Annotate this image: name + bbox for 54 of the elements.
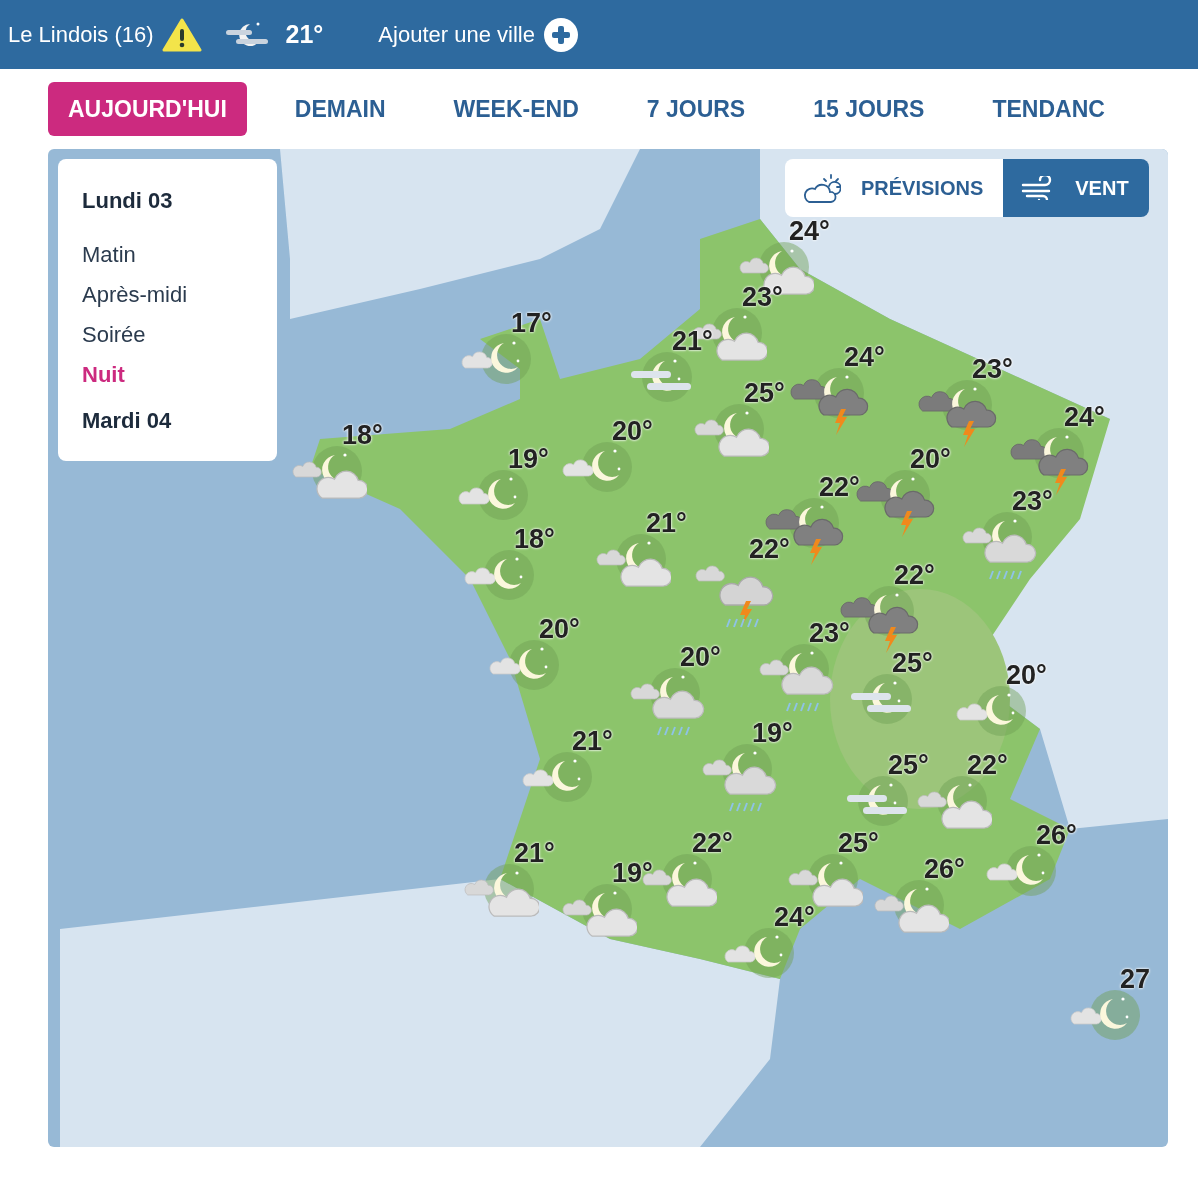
temperature-label: 21° xyxy=(572,725,613,757)
temperature-label: 24° xyxy=(774,901,815,933)
cloud-sun-icon xyxy=(803,172,841,204)
temperature-label: 21° xyxy=(514,837,555,869)
temperature-label: 24° xyxy=(844,341,885,373)
tab[interactable]: DEMAIN xyxy=(274,81,406,137)
day-link[interactable]: Mardi 04 xyxy=(82,401,253,441)
temperature-label: 18° xyxy=(342,419,383,451)
period-link[interactable]: Après-midi xyxy=(82,275,253,315)
temperature-label: 20° xyxy=(680,641,721,673)
temperature-label: 23° xyxy=(1012,485,1053,517)
tab[interactable]: WEEK-END xyxy=(433,81,599,137)
city-name[interactable]: Le Lindois (16) xyxy=(8,18,154,51)
temperature-label: 22° xyxy=(819,471,860,503)
temperature-label: 19° xyxy=(612,857,653,889)
temperature-label: 23° xyxy=(742,281,783,313)
temperature-label: 22° xyxy=(749,533,790,565)
storm-icon xyxy=(917,377,997,449)
temperature-label: 20° xyxy=(1006,659,1047,691)
period-link[interactable]: Matin xyxy=(82,235,253,275)
day-link[interactable]: Lundi 03 xyxy=(82,181,253,221)
storm-icon xyxy=(789,365,869,437)
temperature-label: 19° xyxy=(752,717,793,749)
wind-button[interactable]: VENT xyxy=(1003,159,1149,217)
forecast-button[interactable]: PRÉVISIONS xyxy=(785,159,1004,217)
warning-icon xyxy=(161,17,202,52)
temperature-label: 23° xyxy=(809,617,850,649)
temperature-label: 27 xyxy=(1120,963,1151,995)
temperature-label: 20° xyxy=(910,443,951,475)
temperature-label: 26° xyxy=(924,853,965,885)
temperature-label: 22° xyxy=(894,559,935,591)
period-link[interactable]: Nuit xyxy=(82,355,253,395)
temperature-label: 24° xyxy=(789,215,830,247)
current-temperature: 21° xyxy=(285,18,324,50)
tab[interactable]: 7 JOURS xyxy=(626,81,766,137)
temperature-label: 20° xyxy=(612,415,653,447)
temperature-label: 21° xyxy=(646,507,687,539)
temperature-label: 22° xyxy=(967,749,1008,781)
temperature-label: 18° xyxy=(514,523,555,555)
tab[interactable]: TENDANC xyxy=(972,81,1125,137)
temperature-label: 25° xyxy=(744,377,785,409)
temperature-label: 22° xyxy=(692,827,733,859)
temperature-label: 21° xyxy=(672,325,713,357)
plus-icon xyxy=(542,16,579,53)
temperature-label: 19° xyxy=(508,443,549,475)
temperature-label: 25° xyxy=(838,827,879,859)
temperature-label: 24° xyxy=(1064,401,1105,433)
tab[interactable]: AUJOURD'HUI xyxy=(48,81,247,137)
period-link[interactable]: Soirée xyxy=(82,315,253,355)
add-city-link[interactable]: Ajouter une ville xyxy=(378,16,579,53)
temperature-label: 25° xyxy=(892,647,933,679)
temperature-label: 25° xyxy=(888,749,929,781)
tab[interactable]: 15 JOURS xyxy=(793,81,945,137)
temperature-label: 20° xyxy=(539,613,580,645)
